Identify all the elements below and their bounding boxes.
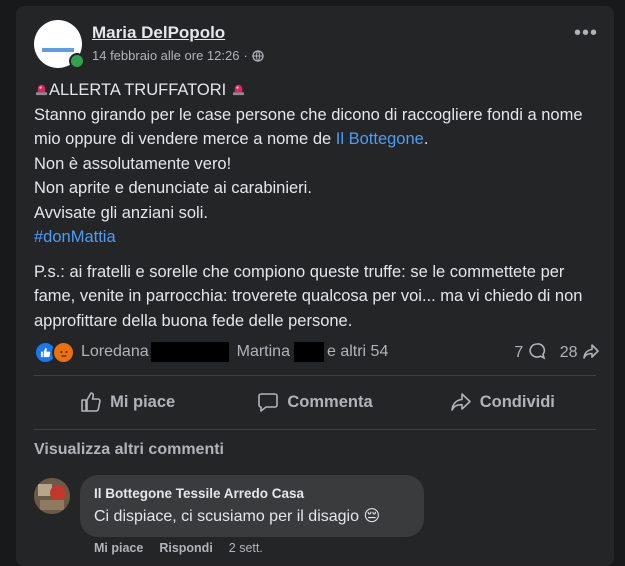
police-siren-icon — [35, 84, 48, 96]
post-card: Maria DelPopolo 14 febbraio alle ore 12:… — [16, 6, 614, 566]
divider-top — [34, 375, 596, 376]
post-author-name[interactable]: Maria DelPopolo — [92, 23, 225, 43]
meta-separator: · — [243, 48, 248, 63]
redaction-1 — [150, 342, 229, 362]
share-button[interactable]: Condividi — [409, 382, 596, 422]
reaction-name-2[interactable]: Martina — [237, 343, 290, 361]
like-button-label: Mi piace — [110, 392, 176, 411]
reactions-summary[interactable]: Loredana Martina e altri 54 — [34, 340, 594, 364]
share-arrow-icon — [583, 344, 599, 359]
comment-actions: Mi piace Rispondi 2 sett. — [94, 541, 263, 555]
like-button[interactable]: Mi piace — [34, 382, 221, 422]
post-line-1: Stanno girando per le case persone che d… — [34, 105, 583, 149]
commenter-avatar-image — [34, 478, 70, 514]
comment-text: Ci dispiace, ci scusiamo per il disagio … — [94, 508, 381, 525]
comment-icon — [258, 393, 279, 412]
reaction-name-1[interactable]: Loredana — [81, 343, 149, 361]
post-meta: 14 febbraio alle ore 12:26 · — [92, 48, 264, 63]
comment-reply-button[interactable]: Rispondi — [159, 541, 212, 555]
hashtag-link[interactable]: #donMattia — [34, 228, 116, 246]
post-action-bar: Mi piace Commenta Condividi — [34, 382, 596, 422]
post-title-line: ALLERTA TRUFFATORI — [34, 78, 604, 103]
engagement-counts: 7 28 — [514, 342, 600, 362]
post-line-4: Avvisate gli anziani soli. — [34, 203, 208, 222]
comment-bubble-icon — [529, 343, 546, 360]
share-icon — [450, 393, 471, 411]
comments-count[interactable]: 7 — [514, 342, 546, 362]
angry-icon — [52, 340, 75, 364]
post-line-2: Non è assolutamente vero! — [34, 154, 232, 173]
bottegone-link[interactable]: Il Bottegone — [336, 130, 424, 148]
post-body: ALLERTA TRUFFATORI Stanno girando per le… — [34, 78, 604, 333]
comment-like-button[interactable]: Mi piace — [94, 541, 143, 555]
post-timestamp[interactable]: 14 febbraio alle ore 12:26 — [92, 48, 239, 63]
redaction-2 — [293, 342, 324, 362]
reaction-others[interactable]: e altri 54 — [327, 343, 388, 361]
commenter-avatar[interactable] — [34, 478, 70, 514]
comment-author[interactable]: Il Bottegone Tessile Arredo Casa — [94, 486, 304, 501]
post-line-3: Non aprite e denunciate ai carabinieri. — [34, 179, 312, 197]
post-title: ALLERTA TRUFFATORI — [49, 81, 227, 99]
post-ps: P.s.: ai fratelli e sorelle che compiono… — [34, 262, 583, 330]
shares-count[interactable]: 28 — [560, 342, 600, 362]
more-options-icon[interactable]: ••• — [574, 23, 598, 43]
view-more-comments-link[interactable]: Visualizza altri commenti — [34, 441, 224, 459]
thumbs-up-icon — [81, 392, 101, 412]
comment-button-label: Commenta — [287, 392, 373, 411]
online-status-dot — [69, 53, 85, 69]
comment-bubble: Il Bottegone Tessile Arredo Casa Ci disp… — [80, 475, 424, 537]
globe-icon[interactable] — [252, 49, 264, 62]
divider-bottom — [34, 429, 596, 430]
comment-time[interactable]: 2 sett. — [229, 541, 263, 555]
comment-button[interactable]: Commenta — [221, 382, 408, 422]
police-siren-icon — [232, 84, 244, 96]
share-button-label: Condividi — [479, 392, 555, 411]
